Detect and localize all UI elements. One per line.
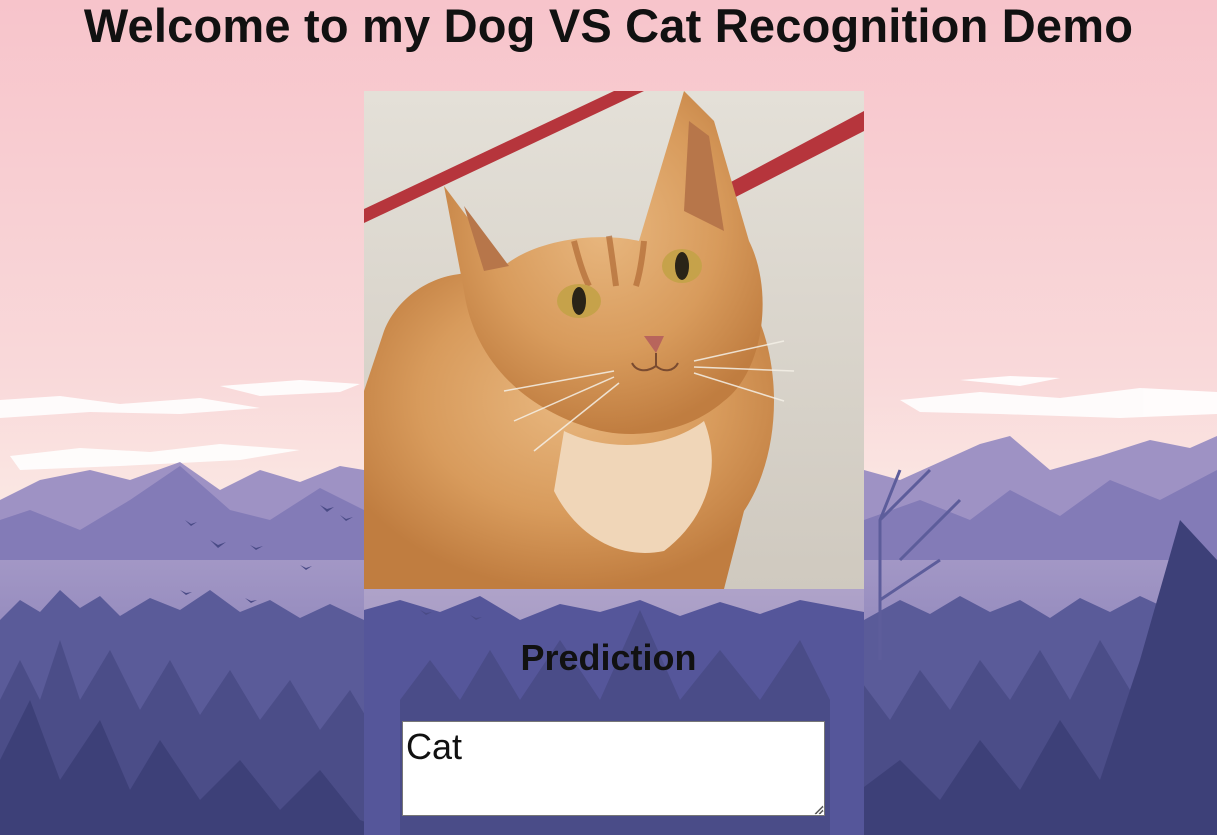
prediction-heading: Prediction <box>520 637 697 678</box>
page-title: Welcome to my Dog VS Cat Recognition Dem… <box>83 0 1134 52</box>
uploaded-cat-image <box>364 91 864 589</box>
cat-photo-graphic <box>364 91 864 589</box>
prediction-output-field[interactable]: Cat <box>402 721 825 816</box>
